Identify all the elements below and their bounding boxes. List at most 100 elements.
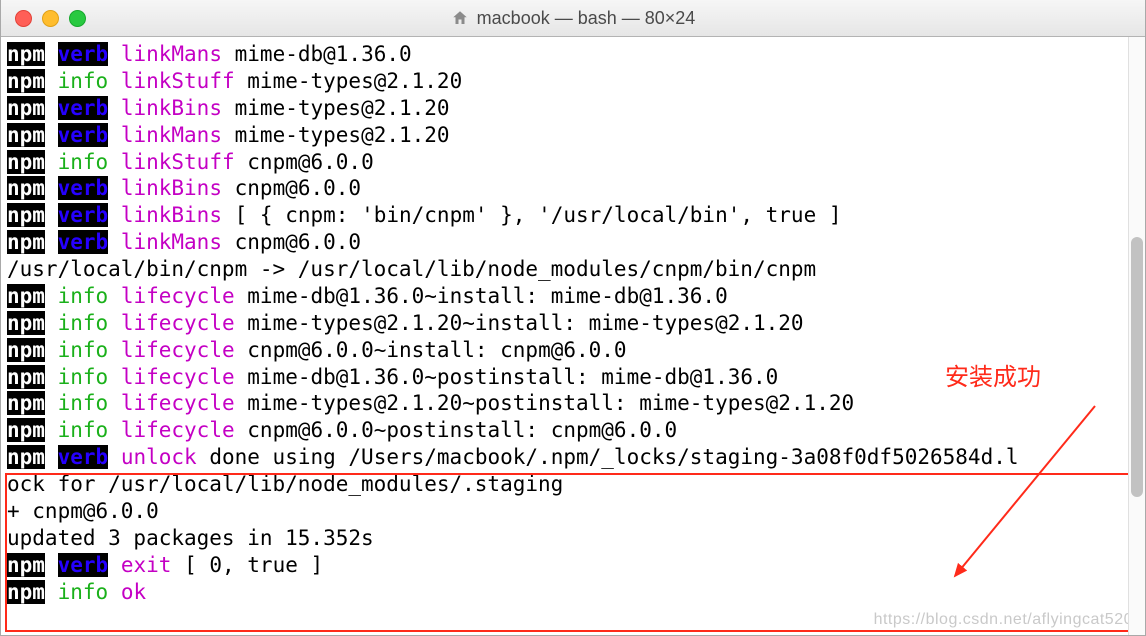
npm-action: exit <box>121 553 172 577</box>
npm-action: linkMans <box>121 123 222 147</box>
npm-badge: npm <box>7 580 45 604</box>
npm-detail: cnpm@6.0.0~postinstall: cnpm@6.0.0 <box>247 418 677 442</box>
npm-badge: npm <box>7 69 45 93</box>
npm-action: linkStuff <box>121 150 235 174</box>
npm-detail: mime-types@2.1.20 <box>235 123 450 147</box>
npm-detail: mime-types@2.1.20~install: mime-types@2.… <box>247 311 803 335</box>
terminal-window: macbook — bash — 80×24 npm verb linkMans… <box>0 0 1146 636</box>
terminal-line: npm verb exit [ 0, true ] <box>7 552 1139 579</box>
npm-badge: npm <box>7 311 45 335</box>
npm-badge: npm <box>7 445 45 469</box>
npm-detail: mime-db@1.36.0 <box>235 42 412 66</box>
npm-detail: mime-types@2.1.20~postinstall: mime-type… <box>247 391 854 415</box>
npm-detail: mime-types@2.1.20 <box>247 69 462 93</box>
npm-badge: npm <box>7 42 45 66</box>
npm-detail: [ 0, true ] <box>184 553 323 577</box>
terminal-line: ock for /usr/local/lib/node_modules/.sta… <box>7 471 1139 498</box>
terminal-line: npm info lifecycle mime-db@1.36.0~postin… <box>7 364 1139 391</box>
level-info: info <box>58 150 109 174</box>
npm-detail: cnpm@6.0.0 <box>247 150 373 174</box>
terminal-text: ock for /usr/local/lib/node_modules/.sta… <box>7 472 563 496</box>
terminal-line: npm info lifecycle mime-db@1.36.0~instal… <box>7 283 1139 310</box>
npm-action: linkMans <box>121 42 222 66</box>
npm-action: ok <box>121 580 146 604</box>
npm-action: linkStuff <box>121 69 235 93</box>
npm-detail: [ { cnpm: 'bin/cnpm' }, '/usr/local/bin'… <box>235 203 842 227</box>
terminal-line: npm verb linkMans cnpm@6.0.0 <box>7 229 1139 256</box>
level-verb: verb <box>58 96 109 120</box>
titlebar: macbook — bash — 80×24 <box>1 0 1145 37</box>
level-verb: verb <box>58 176 109 200</box>
scrollbar[interactable] <box>1128 37 1145 635</box>
level-verb: verb <box>58 203 109 227</box>
terminal-line: npm info lifecycle cnpm@6.0.0~postinstal… <box>7 417 1139 444</box>
npm-badge: npm <box>7 553 45 577</box>
terminal-content[interactable]: npm verb linkMans mime-db@1.36.0npm info… <box>1 37 1145 635</box>
level-info: info <box>58 311 109 335</box>
npm-badge: npm <box>7 391 45 415</box>
terminal-line: /usr/local/bin/cnpm -> /usr/local/lib/no… <box>7 256 1139 283</box>
npm-detail: done using /Users/macbook/.npm/_locks/st… <box>209 445 1018 469</box>
zoom-icon[interactable] <box>69 10 86 27</box>
terminal-line: + cnpm@6.0.0 <box>7 498 1139 525</box>
npm-action: linkBins <box>121 176 222 200</box>
npm-action: lifecycle <box>121 365 235 389</box>
scrollbar-thumb[interactable] <box>1131 237 1143 497</box>
terminal-line: npm verb linkBins mime-types@2.1.20 <box>7 95 1139 122</box>
npm-action: lifecycle <box>121 418 235 442</box>
terminal-output: npm verb linkMans mime-db@1.36.0npm info… <box>1 37 1145 607</box>
npm-detail: mime-types@2.1.20 <box>235 96 450 120</box>
npm-badge: npm <box>7 230 45 254</box>
terminal-line: updated 3 packages in 15.352s <box>7 525 1139 552</box>
npm-detail: cnpm@6.0.0~install: cnpm@6.0.0 <box>247 338 626 362</box>
terminal-text: /usr/local/bin/cnpm -> /usr/local/lib/no… <box>7 257 816 281</box>
level-info: info <box>58 580 109 604</box>
npm-badge: npm <box>7 123 45 147</box>
npm-detail: mime-db@1.36.0~install: mime-db@1.36.0 <box>247 284 727 308</box>
level-verb: verb <box>58 230 109 254</box>
npm-badge: npm <box>7 418 45 442</box>
level-info: info <box>58 365 109 389</box>
level-info: info <box>58 338 109 362</box>
terminal-line: npm info lifecycle mime-types@2.1.20~pos… <box>7 390 1139 417</box>
npm-badge: npm <box>7 203 45 227</box>
terminal-line: npm verb unlock done using /Users/macboo… <box>7 444 1139 471</box>
home-icon <box>451 9 469 27</box>
npm-badge: npm <box>7 150 45 174</box>
terminal-line: npm info lifecycle mime-types@2.1.20~ins… <box>7 310 1139 337</box>
npm-badge: npm <box>7 338 45 362</box>
npm-badge: npm <box>7 365 45 389</box>
terminal-line: npm info linkStuff mime-types@2.1.20 <box>7 68 1139 95</box>
traffic-lights <box>15 10 86 27</box>
level-verb: verb <box>58 123 109 147</box>
terminal-line: npm info ok <box>7 579 1139 606</box>
npm-detail: cnpm@6.0.0 <box>235 176 361 200</box>
terminal-line: npm info lifecycle cnpm@6.0.0~install: c… <box>7 337 1139 364</box>
npm-action: unlock <box>121 445 197 469</box>
npm-action: lifecycle <box>121 284 235 308</box>
npm-badge: npm <box>7 284 45 308</box>
npm-action: linkBins <box>121 96 222 120</box>
npm-badge: npm <box>7 96 45 120</box>
watermark: https://blog.csdn.net/aflyingcat520 <box>874 611 1133 629</box>
npm-action: lifecycle <box>121 338 235 362</box>
npm-action: linkBins <box>121 203 222 227</box>
terminal-line: npm info linkStuff cnpm@6.0.0 <box>7 149 1139 176</box>
level-verb: verb <box>58 42 109 66</box>
npm-detail: mime-db@1.36.0~postinstall: mime-db@1.36… <box>247 365 778 389</box>
npm-action: lifecycle <box>121 391 235 415</box>
window-title-text: macbook — bash — 80×24 <box>477 8 696 29</box>
level-verb: verb <box>58 445 109 469</box>
close-icon[interactable] <box>15 10 32 27</box>
npm-badge: npm <box>7 176 45 200</box>
window-title: macbook — bash — 80×24 <box>1 8 1145 29</box>
level-info: info <box>58 391 109 415</box>
npm-detail: cnpm@6.0.0 <box>235 230 361 254</box>
terminal-line: npm verb linkBins cnpm@6.0.0 <box>7 175 1139 202</box>
level-info: info <box>58 69 109 93</box>
minimize-icon[interactable] <box>42 10 59 27</box>
npm-action: lifecycle <box>121 311 235 335</box>
level-info: info <box>58 418 109 442</box>
terminal-line: npm verb linkMans mime-types@2.1.20 <box>7 122 1139 149</box>
terminal-line: npm verb linkBins [ { cnpm: 'bin/cnpm' }… <box>7 202 1139 229</box>
